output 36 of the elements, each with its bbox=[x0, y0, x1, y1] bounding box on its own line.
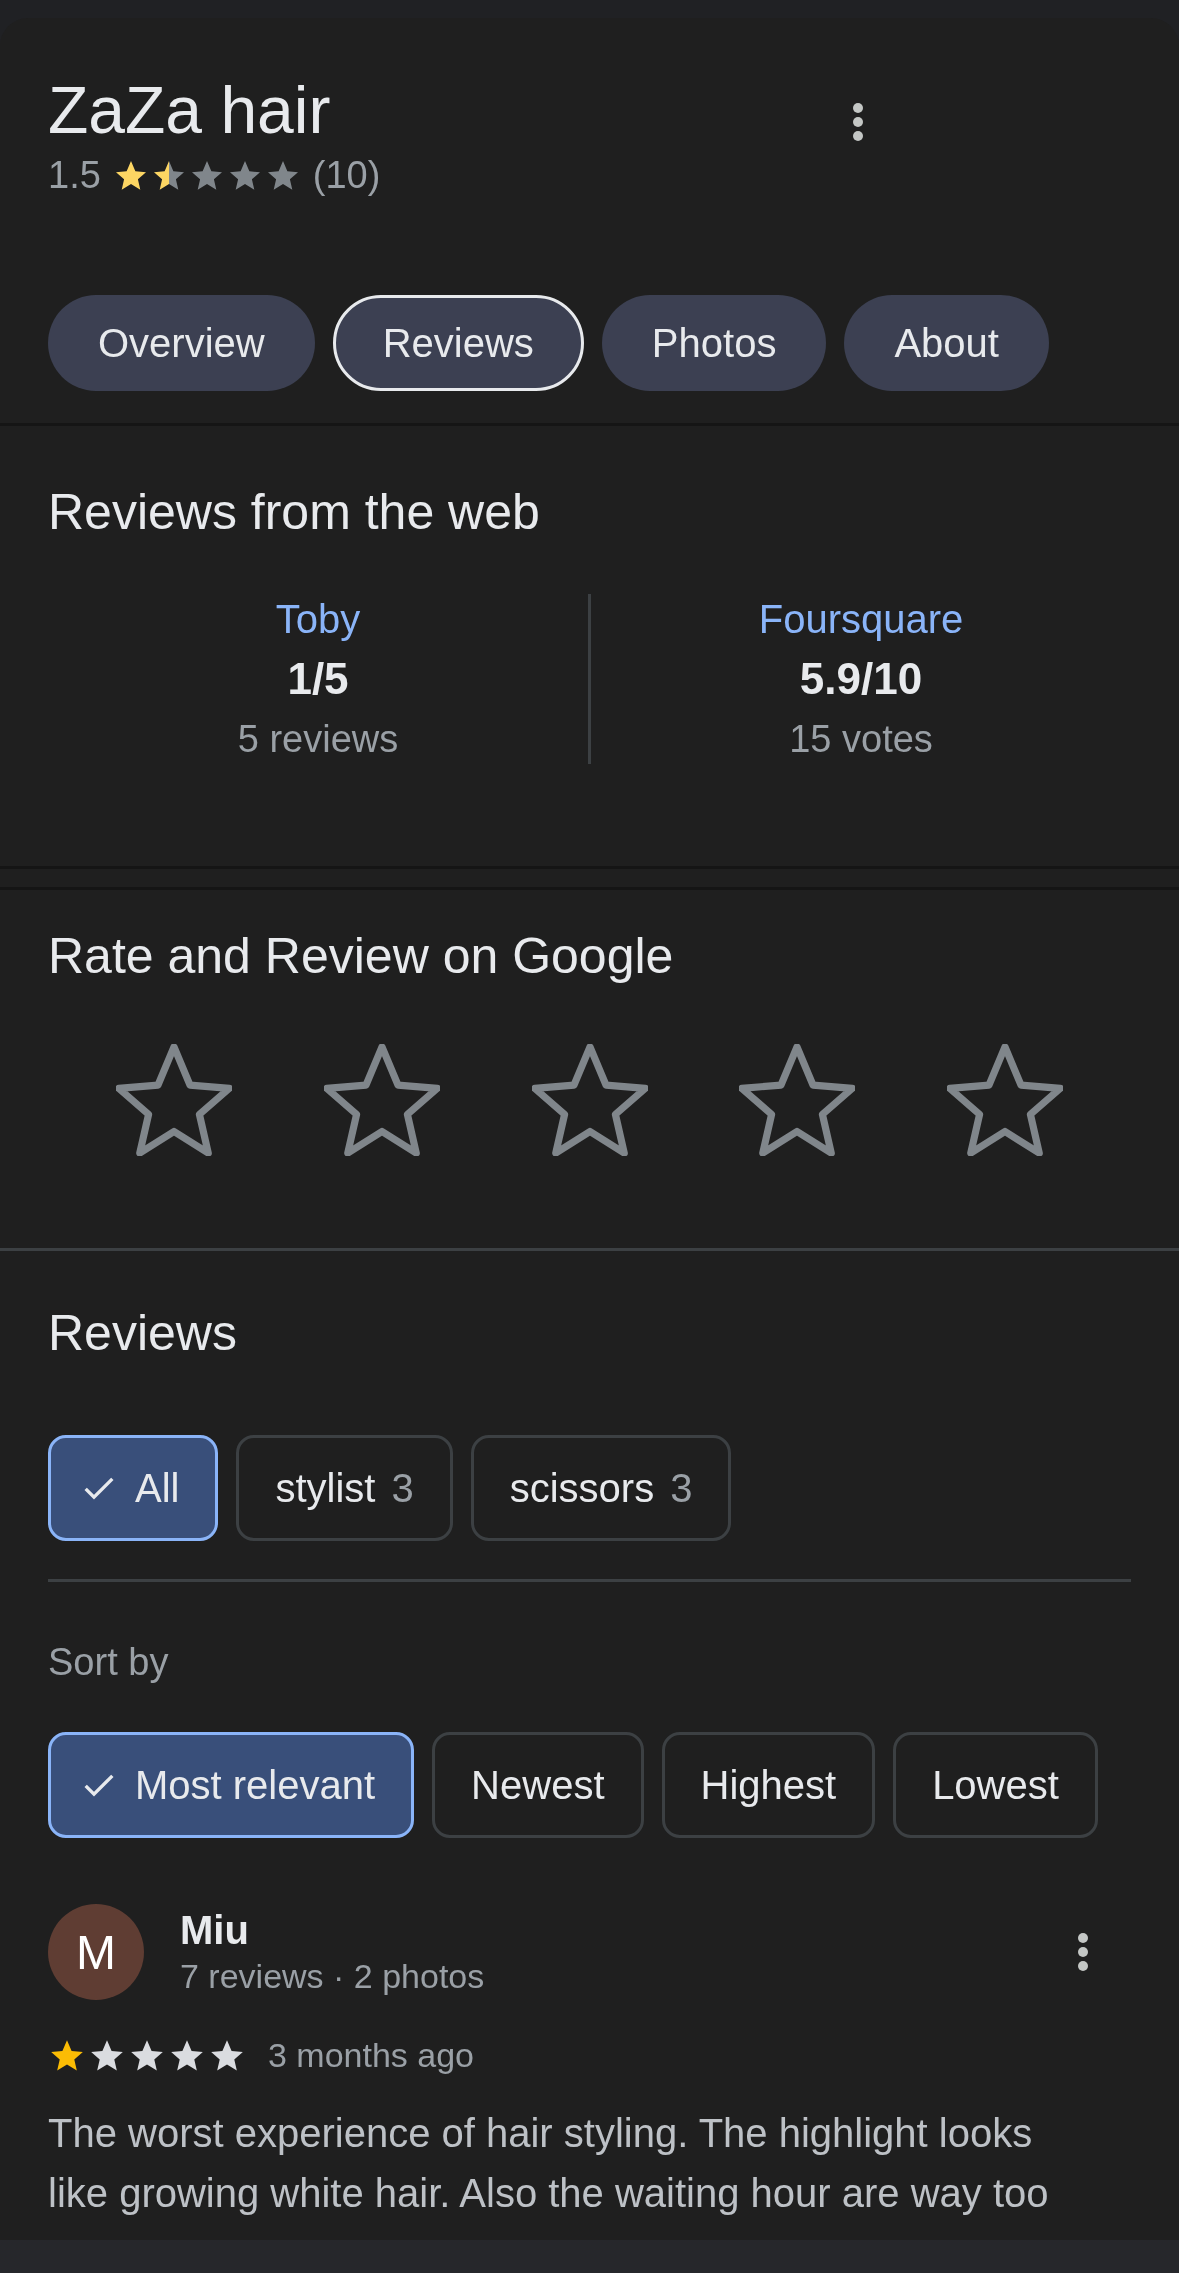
place-title: ZaZa hair bbox=[48, 72, 331, 149]
star-outline-icon[interactable] bbox=[531, 1044, 648, 1156]
sort-chip[interactable]: Highest bbox=[661, 1732, 876, 1838]
more-options-icon[interactable] bbox=[852, 102, 864, 142]
rating-value: 1.5 bbox=[48, 154, 101, 197]
star-outline-icon[interactable] bbox=[116, 1044, 232, 1156]
tab[interactable]: Reviews bbox=[332, 295, 584, 391]
more-options-icon[interactable] bbox=[1077, 1932, 1089, 1972]
source-link[interactable]: Toby bbox=[275, 594, 361, 644]
star-outline-icon[interactable] bbox=[323, 1044, 440, 1156]
sort-chip[interactable]: Newest bbox=[432, 1732, 644, 1838]
review-time: 3 months ago bbox=[268, 2036, 475, 2075]
review-count: (10) bbox=[312, 154, 381, 197]
sort-label: Sort by bbox=[48, 1641, 169, 1684]
section-title: Rate and Review on Google bbox=[48, 927, 675, 986]
filter-chip[interactable]: scissors 3 bbox=[470, 1435, 732, 1541]
section-title: Reviews from the web bbox=[48, 483, 541, 542]
sort-chip[interactable]: Lowest bbox=[893, 1732, 1098, 1838]
source-count: 15 votes bbox=[789, 717, 933, 762]
avatar[interactable]: M bbox=[48, 1904, 144, 2000]
star-outline-icon[interactable] bbox=[947, 1044, 1063, 1156]
tab[interactable]: About bbox=[844, 295, 1049, 391]
reviewer-meta: 7 reviews · 2 photos bbox=[180, 1956, 486, 1997]
section-title: Reviews bbox=[48, 1304, 238, 1363]
source-link[interactable]: Foursquare bbox=[758, 594, 964, 644]
star-outline-icon[interactable] bbox=[739, 1044, 856, 1156]
source-score: 5.9/10 bbox=[799, 653, 923, 705]
tab[interactable]: Overview bbox=[48, 295, 315, 391]
filter-chip[interactable]: All bbox=[48, 1435, 219, 1541]
filter-chip[interactable]: stylist 3 bbox=[236, 1435, 453, 1541]
reviewer-name[interactable]: Miu bbox=[180, 1906, 1041, 1954]
sort-chip[interactable]: Most relevant bbox=[48, 1732, 415, 1838]
tab[interactable]: Photos bbox=[601, 295, 827, 391]
source-count: 5 reviews bbox=[237, 717, 399, 762]
review-text: The worst experience of hair styling. The highlight looks like growing white hair. Also the waiting hour are way too bbox=[48, 2110, 1050, 2217]
source-score: 1/5 bbox=[287, 653, 349, 705]
